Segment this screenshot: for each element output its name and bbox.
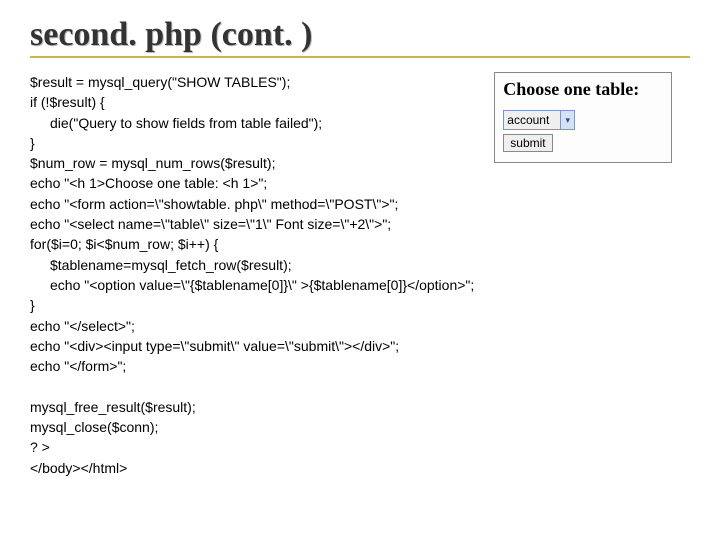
code-line: ? >: [30, 439, 50, 455]
code-line: }: [30, 135, 35, 151]
code-block: $result = mysql_query("SHOW TABLES"); if…: [30, 72, 474, 478]
code-line: mysql_free_result($result);: [30, 399, 196, 415]
code-line: </body></html>: [30, 460, 127, 476]
page-title: second. php (cont. ): [30, 16, 690, 54]
code-line: $tablename=mysql_fetch_row($result);: [50, 255, 292, 275]
chevron-down-icon[interactable]: ▾: [560, 111, 574, 129]
code-line: if (!$result) {: [30, 94, 105, 110]
code-line: $num_row = mysql_num_rows($result);: [30, 155, 275, 171]
code-line: echo "<h 1>Choose one table: <h 1>";: [30, 175, 267, 191]
select-value: account: [507, 113, 549, 127]
browser-preview: Choose one table: account ▾ submit: [494, 72, 672, 163]
code-line: mysql_close($conn);: [30, 419, 158, 435]
code-line: }: [30, 297, 35, 313]
code-line: for($i=0; $i<$num_row; $i++) {: [30, 236, 218, 252]
code-line: $result = mysql_query("SHOW TABLES");: [30, 74, 290, 90]
code-line: echo "</select>";: [30, 318, 135, 334]
table-select[interactable]: account ▾: [503, 110, 575, 130]
preview-heading: Choose one table:: [503, 79, 663, 100]
code-line: die("Query to show fields from table fai…: [50, 113, 322, 133]
code-line: echo "</form>";: [30, 358, 126, 374]
code-line: echo "<div><input type=\"submit\" value=…: [30, 338, 399, 354]
code-line: echo "<select name=\"table\" size=\"1\" …: [30, 216, 391, 232]
divider: [30, 56, 690, 58]
code-line: echo "<option value=\"{$tablename[0]}\" …: [50, 275, 474, 295]
code-line: echo "<form action=\"showtable. php\" me…: [30, 196, 398, 212]
submit-button[interactable]: submit: [503, 134, 552, 152]
